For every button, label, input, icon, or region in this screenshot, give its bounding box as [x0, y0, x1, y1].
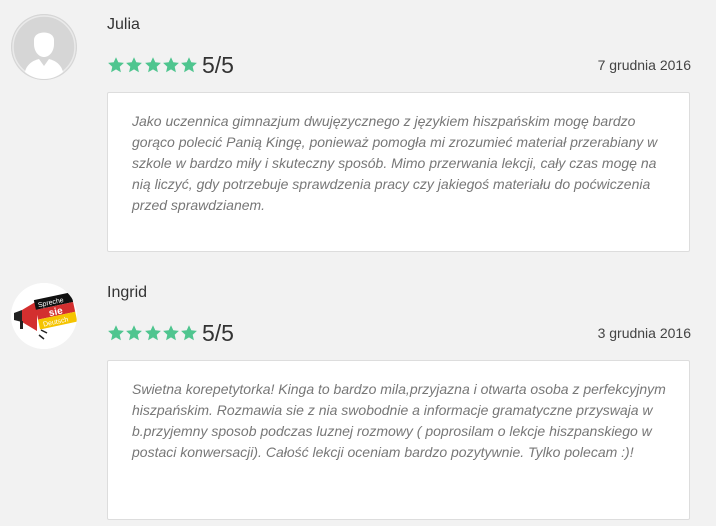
star-icon [126, 325, 143, 341]
star-rating [107, 324, 198, 342]
star-icon [108, 57, 124, 73]
user-icon [11, 14, 77, 80]
star-icon [162, 57, 179, 73]
star-icon [181, 57, 198, 73]
megaphone-logo-icon: Spreche sie Deutsch [11, 283, 77, 349]
review-date: 3 grudnia 2016 [597, 325, 691, 341]
comment-text: Jako uczennica gimnazjum dwujęzycznego z… [132, 113, 658, 213]
reviewer-name: Ingrid [107, 284, 148, 301]
rating-score: 5/5 [202, 52, 234, 78]
avatar[interactable]: Spreche sie Deutsch [11, 283, 77, 349]
review-date: 7 grudnia 2016 [597, 57, 691, 73]
rating-score: 5/5 [202, 320, 234, 346]
comment-text: Swietna korepetytorka! Kinga to bardzo m… [132, 381, 666, 460]
star-icon [108, 325, 124, 341]
star-icon [126, 57, 143, 73]
reviewer-name: Julia [107, 16, 140, 33]
comment-box: Jako uczennica gimnazjum dwujęzycznego z… [107, 92, 690, 252]
star-icon [181, 325, 198, 341]
star-icon [144, 57, 161, 73]
star-icon [144, 325, 161, 341]
star-rating [107, 56, 198, 74]
star-icon [162, 325, 179, 341]
comment-box: Swietna korepetytorka! Kinga to bardzo m… [107, 360, 690, 520]
avatar[interactable] [11, 14, 77, 80]
